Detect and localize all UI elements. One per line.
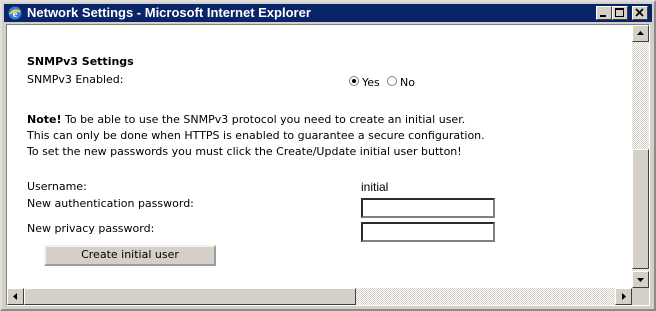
scroll-up-button[interactable] (632, 25, 649, 42)
maximize-button[interactable] (612, 6, 628, 20)
svg-text:e: e (13, 8, 18, 20)
close-icon (635, 8, 644, 17)
arrow-left-icon (13, 293, 17, 300)
arrow-down-icon (637, 278, 644, 282)
browser-viewport: SNMPv3 Settings SNMPv3 Enabled: Yes No N… (6, 24, 650, 306)
scroll-left-button[interactable] (7, 288, 24, 305)
privacy-password-field[interactable] (361, 222, 495, 242)
username-value: initial (361, 180, 389, 194)
horizontal-scroll-thumb[interactable] (24, 288, 356, 305)
snmp-enabled-label: SNMPv3 Enabled: (27, 73, 124, 86)
browser-window: e Network Settings - Microsoft Internet … (0, 0, 656, 311)
arrow-right-icon (622, 293, 626, 300)
page-content: SNMPv3 Settings SNMPv3 Enabled: Yes No N… (7, 25, 632, 288)
internet-explorer-icon: e (7, 5, 23, 21)
note-line-3: To set the new passwords you must click … (27, 145, 462, 158)
auth-password-field[interactable] (361, 198, 495, 218)
username-label: Username: (27, 180, 87, 193)
horizontal-scrollbar[interactable] (7, 288, 632, 305)
note-line-1-text: To be able to use the SNMPv3 protocol yo… (61, 113, 466, 126)
minimize-button[interactable] (596, 6, 612, 20)
scroll-down-button[interactable] (632, 271, 649, 288)
minimize-icon (600, 15, 606, 17)
snmp-no-label[interactable]: No (400, 76, 415, 89)
window-title: Network Settings - Microsoft Internet Ex… (27, 5, 311, 20)
note-prefix: Note! (27, 113, 62, 126)
close-button[interactable] (632, 6, 648, 20)
snmp-no-radio[interactable] (387, 76, 397, 86)
scroll-right-button[interactable] (615, 288, 632, 305)
maximize-icon (615, 8, 624, 17)
section-heading: SNMPv3 Settings (27, 55, 134, 68)
privacy-password-label: New privacy password: (27, 222, 155, 235)
create-initial-user-button[interactable]: Create initial user (44, 245, 216, 266)
title-bar[interactable]: e Network Settings - Microsoft Internet … (4, 4, 652, 22)
auth-password-label: New authentication password: (27, 197, 194, 210)
vertical-scrollbar[interactable] (632, 25, 649, 288)
note-line-2: This can only be done when HTTPS is enab… (27, 129, 485, 142)
snmp-yes-radio[interactable] (349, 76, 359, 86)
note-line-1: Note! To be able to use the SNMPv3 proto… (27, 113, 465, 126)
scrollbar-corner (632, 288, 649, 305)
vertical-scroll-thumb[interactable] (632, 149, 649, 269)
arrow-up-icon (637, 31, 644, 35)
snmp-yes-label[interactable]: Yes (362, 76, 380, 89)
